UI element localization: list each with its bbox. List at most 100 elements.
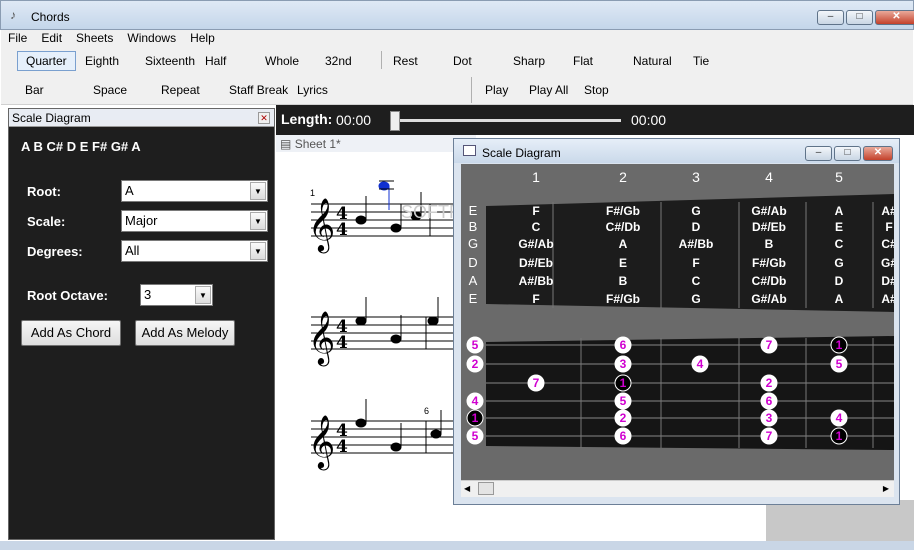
scale-window-titlebar[interactable]: Scale Diagram ‒ □ ✕	[454, 139, 899, 163]
note-name: D	[835, 274, 844, 288]
string-label: E	[469, 291, 478, 306]
scroll-left-icon[interactable]: ◀	[464, 484, 470, 493]
gray-background	[766, 500, 914, 542]
note-name: C	[532, 220, 541, 234]
repeat-button[interactable]: Repeat	[161, 83, 200, 97]
scroll-right-icon[interactable]: ▶	[883, 484, 889, 493]
natural-button[interactable]: Natural	[633, 54, 672, 68]
menu-sheets[interactable]: Sheets	[69, 30, 120, 47]
dot-button[interactable]: Dot	[453, 54, 472, 68]
bar-button[interactable]: Bar	[25, 83, 44, 97]
note-name: A#/Bb	[679, 237, 714, 251]
scale-value: Major	[125, 213, 158, 228]
position-slider-track[interactable]	[396, 119, 621, 122]
half-button[interactable]: Half	[205, 54, 226, 68]
tie-button[interactable]: Tie	[693, 54, 709, 68]
toolbar-separator	[471, 77, 472, 103]
add-as-chord-button[interactable]: Add As Chord	[21, 320, 121, 346]
chevron-down-icon[interactable]: ▼	[250, 212, 266, 230]
chevron-down-icon[interactable]: ▼	[250, 242, 266, 260]
quarter-button[interactable]: Quarter	[17, 51, 76, 71]
tab-sheet-1[interactable]: ▤ Sheet 1*	[276, 135, 476, 152]
window-icon	[463, 145, 476, 156]
start-time: 00:00	[336, 112, 372, 128]
degree-label: 3	[766, 411, 773, 425]
degree-label: 5	[620, 394, 627, 408]
degrees-label: Degrees:	[27, 244, 83, 259]
string-label: D	[468, 255, 477, 270]
lyrics-button[interactable]: Lyrics	[297, 83, 328, 97]
degrees-value: All	[125, 243, 140, 258]
whole-button[interactable]: Whole	[265, 54, 299, 68]
fretboard-canvas[interactable]: 12345EBGDAEFF#/GbGG#/AbAA#CC#/DbDD#/EbEF…	[461, 164, 894, 480]
scale-maximize-button[interactable]: □	[834, 146, 861, 161]
note-name: B	[765, 237, 774, 251]
toolbar-separator	[381, 51, 382, 69]
eighth-button[interactable]: Eighth	[85, 54, 119, 68]
window-title: Chords	[31, 10, 70, 24]
note-name: F	[692, 256, 699, 270]
note-name: F	[532, 204, 539, 218]
svg-text:4: 4	[336, 333, 348, 353]
note-board	[486, 194, 894, 312]
scrollbar-thumb[interactable]	[478, 482, 494, 495]
panel-title: Scale Diagram	[9, 109, 274, 127]
scale-close-button[interactable]: ✕	[863, 146, 893, 161]
root-value: A	[125, 183, 134, 198]
root-octave-select[interactable]: 3 ▼	[140, 284, 213, 306]
scale-minimize-button[interactable]: ‒	[805, 146, 832, 161]
scale-label: Scale:	[27, 214, 66, 229]
root-label: Root:	[27, 184, 61, 199]
staff-break-button[interactable]: Staff Break	[229, 83, 288, 97]
stop-button[interactable]: Stop	[584, 83, 609, 97]
note-name: A	[835, 292, 844, 306]
rest-button[interactable]: Rest	[393, 54, 418, 68]
note-name: A	[835, 204, 844, 218]
sharp-button[interactable]: Sharp	[513, 54, 545, 68]
flat-button[interactable]: Flat	[573, 54, 593, 68]
root-octave-label: Root Octave:	[27, 288, 108, 303]
maximize-button[interactable]: □	[846, 10, 873, 25]
position-slider-thumb[interactable]	[390, 111, 400, 131]
chevron-down-icon[interactable]: ▼	[195, 286, 211, 304]
fret-number: 4	[765, 169, 773, 185]
minimize-button[interactable]: ‒	[817, 10, 844, 25]
menu-help[interactable]: Help	[183, 30, 222, 47]
chevron-down-icon[interactable]: ▼	[250, 182, 266, 200]
sheet-tab-label: Sheet 1*	[294, 137, 341, 151]
degree-label: 5	[836, 357, 843, 371]
scale-diagram-panel: Scale Diagram ✕ A B C# D E F# G# A Root:…	[8, 108, 275, 540]
time-signature: 44 44 44	[336, 204, 348, 457]
note-name: G	[691, 292, 700, 306]
note-name: C#/Db	[752, 274, 787, 288]
panel-close-icon[interactable]: ✕	[258, 112, 270, 124]
menu-file[interactable]: File	[1, 30, 34, 47]
play-button[interactable]: Play	[485, 83, 508, 97]
sheet-tab-icon: ▤	[280, 137, 292, 151]
scale-select[interactable]: Major ▼	[121, 210, 268, 232]
fret-number: 2	[619, 169, 627, 185]
space-button[interactable]: Space	[93, 83, 127, 97]
32nd-button[interactable]: 32nd	[325, 54, 352, 68]
scale-diagram-window: Scale Diagram ‒ □ ✕ 1 2 3 4 5 E B G D A E F F#/Gb G G#…	[453, 138, 900, 505]
menu-edit[interactable]: Edit	[34, 30, 69, 47]
close-button[interactable]: ✕	[875, 10, 914, 25]
menu-windows[interactable]: Windows	[120, 30, 183, 47]
sixteenth-button[interactable]: Sixteenth	[145, 54, 195, 68]
degree-label: 6	[620, 429, 627, 443]
toolbar: Quarter Eighth Sixteenth Half Whole 32nd…	[1, 47, 913, 105]
add-as-melody-button[interactable]: Add As Melody	[135, 320, 235, 346]
play-all-button[interactable]: Play All	[529, 83, 568, 97]
horizontal-scrollbar[interactable]: ◀ ▶	[461, 480, 894, 497]
root-select[interactable]: A ▼	[121, 180, 268, 202]
treble-clef-icon: 𝄞 𝄞 𝄞	[308, 197, 335, 470]
svg-text:4: 4	[336, 437, 348, 457]
note-name: G#	[881, 256, 894, 270]
note-name: C#/Db	[606, 220, 641, 234]
note-name: D#/Eb	[519, 256, 553, 270]
note-name: F#/Gb	[606, 292, 640, 306]
degrees-select[interactable]: All ▼	[121, 240, 268, 262]
svg-text:𝄞: 𝄞	[308, 310, 335, 366]
note-name: G	[834, 256, 843, 270]
note-name: G#/Ab	[518, 237, 553, 251]
